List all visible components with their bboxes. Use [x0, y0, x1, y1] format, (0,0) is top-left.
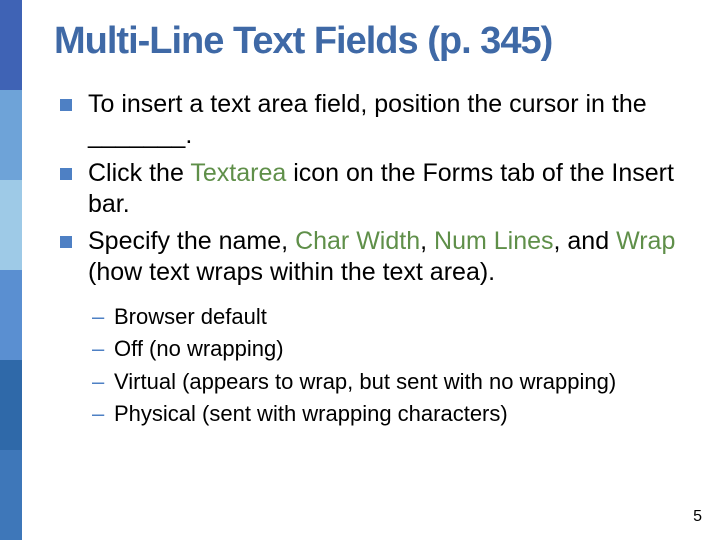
bullet-item: Specify the name, Char Width, Num Lines,… — [54, 226, 690, 289]
accent-stripe — [0, 180, 22, 270]
bullet-item: To insert a text area field, position th… — [54, 89, 690, 152]
sub-bullet-item: Browser default — [88, 303, 690, 332]
sub-bullet-item: Off (no wrapping) — [88, 335, 690, 364]
body-text: , — [420, 227, 434, 255]
slide-title: Multi-Line Text Fields (p. 345) — [54, 20, 690, 63]
slide-content: Multi-Line Text Fields (p. 345) To inser… — [54, 20, 690, 520]
highlight-text: Wrap — [616, 227, 675, 255]
bullet-item: Click the Textarea icon on the Forms tab… — [54, 158, 690, 221]
accent-stripes — [0, 0, 22, 540]
highlight-text: Num Lines — [434, 227, 554, 255]
accent-stripe — [0, 270, 22, 360]
page-number: 5 — [693, 508, 702, 526]
body-text: To insert a text area field, position th… — [88, 90, 647, 149]
body-text: (how text wraps within the text area). — [88, 258, 495, 286]
highlight-text: Textarea — [190, 159, 286, 187]
body-text: Click the — [88, 159, 190, 187]
sub-bullet-item: Physical (sent with wrapping characters) — [88, 400, 690, 429]
accent-stripe — [0, 450, 22, 540]
body-text: , and — [554, 227, 617, 255]
sub-bullet-item: Virtual (appears to wrap, but sent with … — [88, 368, 690, 397]
main-bullet-list: To insert a text area field, position th… — [54, 89, 690, 289]
accent-stripe — [0, 90, 22, 180]
body-text: Specify the name, — [88, 227, 295, 255]
sub-bullet-list: Browser default Off (no wrapping) Virtual … — [88, 303, 690, 429]
highlight-text: Char Width — [295, 227, 420, 255]
accent-stripe — [0, 0, 22, 90]
accent-stripe — [0, 360, 22, 450]
